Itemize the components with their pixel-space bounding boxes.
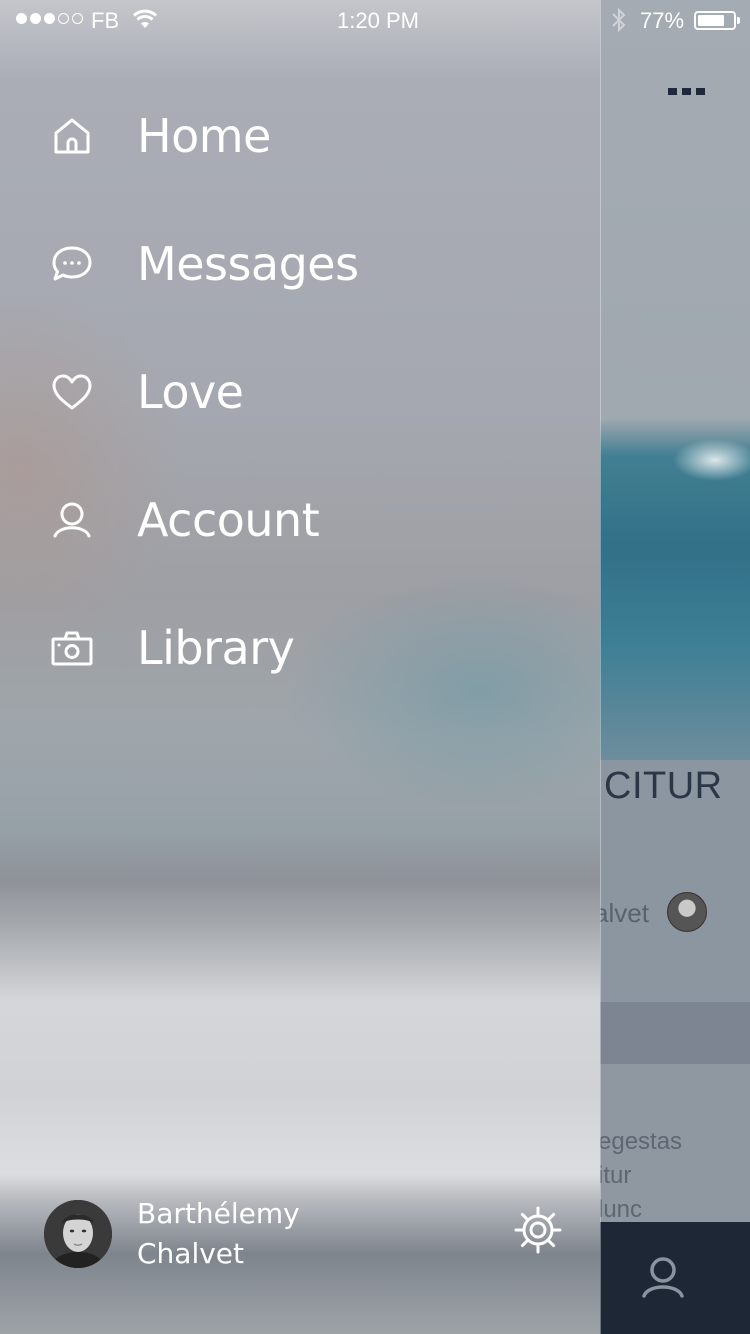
hero-image (600, 0, 750, 760)
battery-icon (694, 11, 736, 30)
status-time: 1:20 PM (337, 8, 419, 33)
battery-percent: 77% (640, 8, 685, 33)
profile-last-name: Chalvet (137, 1237, 245, 1270)
profile-first-name: Barthélemy (137, 1197, 300, 1230)
drawer-profile[interactable]: Barthélemy Chalvet (0, 1190, 600, 1280)
article-author: alvet (594, 898, 649, 928)
home-icon (50, 114, 94, 158)
avatar[interactable] (44, 1200, 112, 1268)
excerpt-line: egestas (598, 1128, 683, 1155)
section-band (600, 1002, 750, 1064)
heart-icon (50, 370, 94, 414)
chat-bubble-icon (50, 242, 94, 286)
bluetooth-icon (610, 7, 628, 39)
status-bar: FB 1:20 PM 77% (0, 0, 750, 40)
gear-icon[interactable] (512, 1204, 564, 1256)
tab-account-icon[interactable] (640, 1256, 686, 1302)
battery-cap (737, 17, 740, 24)
profile-name: Barthélemy Chalvet (137, 1194, 300, 1274)
menu-item-love[interactable]: Love (0, 328, 600, 456)
menu-label-account: Account (137, 493, 320, 547)
menu-item-account[interactable]: Account (0, 456, 600, 584)
more-options-icon[interactable] (668, 88, 705, 95)
menu-label-love: Love (137, 365, 244, 419)
article-excerpt: egestas itur lunc (598, 1125, 682, 1227)
author-avatar (667, 892, 707, 932)
article-title: CITUR (604, 765, 723, 807)
menu-item-home[interactable]: Home (0, 72, 600, 200)
user-icon (50, 498, 94, 542)
menu-item-messages[interactable]: Messages (0, 200, 600, 328)
menu-label-library: Library (137, 621, 295, 675)
menu-item-library[interactable]: Library (0, 584, 600, 712)
menu-label-home: Home (137, 109, 271, 163)
camera-icon (50, 626, 94, 670)
excerpt-line: itur (598, 1162, 632, 1189)
battery-level (698, 15, 725, 26)
menu-label-messages: Messages (137, 237, 359, 291)
